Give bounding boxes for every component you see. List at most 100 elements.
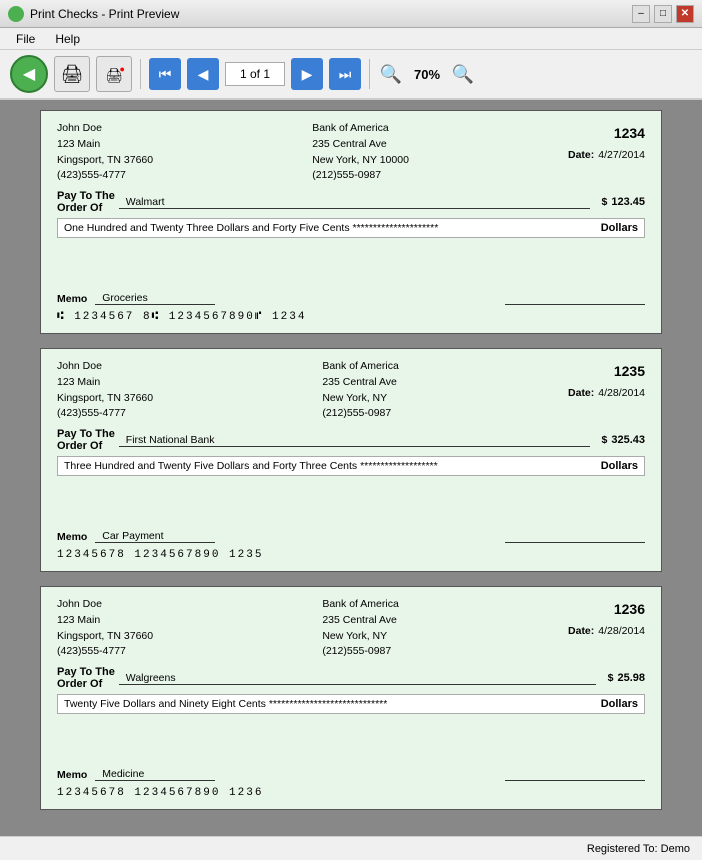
- from-city: Kingsport, TN 37660: [57, 629, 153, 645]
- bank-address1: 235 Central Ave: [322, 613, 398, 629]
- maximize-button[interactable]: □: [654, 5, 672, 23]
- bank-name: Bank of America: [312, 121, 409, 137]
- pay-to-name: First National Bank: [119, 434, 590, 447]
- from-phone: (423)555-4777: [57, 644, 153, 660]
- next-page-icon: ▶: [302, 66, 313, 83]
- check-number: 1234: [568, 121, 645, 146]
- zoom-in-button[interactable]: 🔍: [378, 61, 404, 87]
- bank-city: New York, NY: [322, 391, 398, 407]
- check-from: John Doe 123 Main Kingsport, TN 37660 (4…: [57, 121, 153, 184]
- next-page-button[interactable]: ▶: [291, 58, 323, 90]
- memo-value: Car Payment: [95, 530, 215, 543]
- signature-line: [505, 768, 645, 781]
- signature-line: [505, 292, 645, 305]
- print-options-icon: 🖨●: [105, 64, 123, 85]
- prev-page-button[interactable]: ◀: [187, 58, 219, 90]
- pay-to-row: Pay To TheOrder Of First National Bank $…: [57, 428, 645, 452]
- first-page-icon: ⏮: [159, 66, 172, 83]
- check-spacer: [57, 714, 645, 764]
- micr-line: 12345678 1234567890 1235: [57, 549, 645, 561]
- check-header: John Doe 123 Main Kingsport, TN 37660 (4…: [57, 359, 645, 422]
- memo-value: Groceries: [95, 292, 215, 305]
- memo-label: Memo: [57, 531, 87, 543]
- bank-name: Bank of America: [322, 359, 398, 375]
- check-number-date: 1234 Date: 4/27/2014: [568, 121, 645, 184]
- pay-to-label: Pay To TheOrder Of: [57, 190, 115, 214]
- check-date: 4/28/2014: [598, 384, 645, 403]
- check-date-row: Date: 4/28/2014: [568, 384, 645, 403]
- memo-section: Memo Medicine: [57, 768, 215, 781]
- check-from: John Doe 123 Main Kingsport, TN 37660 (4…: [57, 359, 153, 422]
- check-date-row: Date: 4/28/2014: [568, 622, 645, 641]
- memo-label: Memo: [57, 293, 87, 305]
- check-bank: Bank of America 235 Central Ave New York…: [312, 121, 409, 184]
- page-indicator: 1 of 1: [225, 62, 285, 86]
- amount-box: $ 325.43: [602, 434, 646, 446]
- date-label: Date:: [568, 384, 594, 403]
- check-spacer: [57, 238, 645, 288]
- back-icon: ◀: [23, 64, 35, 84]
- signature-line: [505, 530, 645, 543]
- amount-words: Twenty Five Dollars and Ninety Eight Cen…: [64, 698, 601, 710]
- check-1: John Doe 123 Main Kingsport, TN 37660 (4…: [40, 110, 662, 334]
- pay-to-row: Pay To TheOrder Of Walgreens $ 25.98: [57, 666, 645, 690]
- zoom-in-icon: 🔍: [380, 64, 402, 85]
- dollar-sign: $: [602, 196, 608, 208]
- pay-to-row: Pay To TheOrder Of Walmart $ 123.45: [57, 190, 645, 214]
- amount-words: One Hundred and Twenty Three Dollars and…: [64, 222, 601, 234]
- print-options-button[interactable]: 🖨●: [96, 56, 132, 92]
- first-page-button[interactable]: ⏮: [149, 58, 181, 90]
- check-date: 4/27/2014: [598, 146, 645, 165]
- back-button[interactable]: ◀: [10, 55, 48, 93]
- title-bar-left: Print Checks - Print Preview: [8, 6, 179, 22]
- app-icon: [8, 6, 24, 22]
- memo-label: Memo: [57, 769, 87, 781]
- amount-box: $ 25.98: [608, 672, 645, 684]
- check-3: John Doe 123 Main Kingsport, TN 37660 (4…: [40, 586, 662, 810]
- check-spacer: [57, 476, 645, 526]
- from-address1: 123 Main: [57, 613, 153, 629]
- menu-help[interactable]: Help: [45, 30, 90, 48]
- amount-words-row: Twenty Five Dollars and Ninety Eight Cen…: [57, 694, 645, 714]
- check-date-row: Date: 4/27/2014: [568, 146, 645, 165]
- menu-file[interactable]: File: [6, 30, 45, 48]
- check-area[interactable]: John Doe 123 Main Kingsport, TN 37660 (4…: [0, 100, 702, 836]
- bank-phone: (212)555-0987: [312, 168, 409, 184]
- pay-to-name: Walgreens: [119, 672, 596, 685]
- memo-row: Memo Car Payment: [57, 530, 645, 543]
- from-phone: (423)555-4777: [57, 168, 153, 184]
- pay-to-label: Pay To TheOrder Of: [57, 666, 115, 690]
- bank-city: New York, NY: [322, 629, 398, 645]
- close-button[interactable]: ✕: [676, 5, 694, 23]
- from-address1: 123 Main: [57, 375, 153, 391]
- memo-value: Medicine: [95, 768, 215, 781]
- separator-1: [140, 59, 141, 89]
- bank-address1: 235 Central Ave: [312, 137, 409, 153]
- amount-words-row: One Hundred and Twenty Three Dollars and…: [57, 218, 645, 238]
- title-bar: Print Checks - Print Preview – □ ✕: [0, 0, 702, 28]
- micr-line: ⑆ 1234567 8⑆ 1234567890⑈ 1234: [57, 311, 645, 323]
- amount-words: Three Hundred and Twenty Five Dollars an…: [64, 460, 601, 472]
- amount-value: 123.45: [611, 196, 645, 208]
- last-page-icon: ⏭: [339, 66, 352, 83]
- dollars-label: Dollars: [601, 222, 638, 234]
- main-content: John Doe 123 Main Kingsport, TN 37660 (4…: [0, 100, 702, 836]
- memo-row: Memo Groceries: [57, 292, 645, 305]
- dollar-sign: $: [602, 434, 608, 446]
- zoom-out-button[interactable]: 🔍: [450, 61, 476, 87]
- bank-phone: (212)555-0987: [322, 406, 398, 422]
- zoom-level: 70%: [410, 67, 444, 82]
- window-title: Print Checks - Print Preview: [30, 7, 179, 21]
- last-page-button[interactable]: ⏭: [329, 58, 361, 90]
- prev-page-icon: ◀: [198, 66, 209, 83]
- minimize-button[interactable]: –: [632, 5, 650, 23]
- check-number-date: 1235 Date: 4/28/2014: [568, 359, 645, 422]
- check-date: 4/28/2014: [598, 622, 645, 641]
- from-city: Kingsport, TN 37660: [57, 153, 153, 169]
- pay-to-label: Pay To TheOrder Of: [57, 428, 115, 452]
- date-label: Date:: [568, 622, 594, 641]
- check-number-date: 1236 Date: 4/28/2014: [568, 597, 645, 660]
- from-name: John Doe: [57, 121, 153, 137]
- print-button[interactable]: 🖨: [54, 56, 90, 92]
- from-phone: (423)555-4777: [57, 406, 153, 422]
